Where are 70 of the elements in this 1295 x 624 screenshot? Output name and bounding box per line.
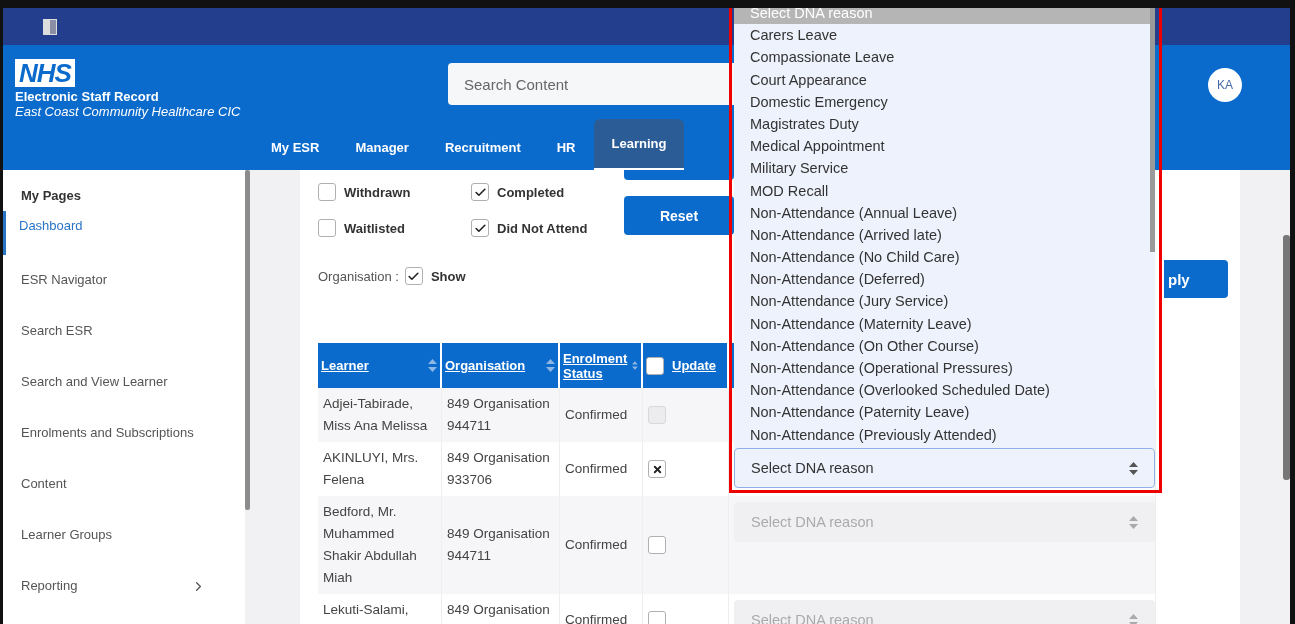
show-checkbox[interactable]: Show	[404, 267, 466, 285]
learner-cell: Adjei-Tabirade, Miss Ana Melissa	[318, 388, 442, 442]
scrollbar[interactable]	[245, 170, 250, 510]
dropdown-option[interactable]: Carers Leave	[734, 24, 1150, 47]
sidebar-item[interactable]: Dashboard	[3, 211, 231, 255]
status-cell: Confirmed	[560, 388, 643, 442]
dropdown-option[interactable]: Non-Attendance (Paternity Leave)	[734, 401, 1150, 424]
dropdown-option[interactable]: Non-Attendance (Operational Pressures)	[734, 357, 1150, 380]
nhs-logo: NHS	[15, 59, 75, 87]
sort-updown-icon	[632, 359, 638, 372]
update-checkbox[interactable]	[648, 611, 666, 624]
sort-updown-icon	[1129, 515, 1138, 529]
organisation-cell: 849 Organisation 944711	[442, 388, 560, 442]
sidebar-item[interactable]: Enrolments and Subscriptions	[3, 408, 228, 459]
dropdown-option[interactable]: Non-Attendance (On Other Course)	[734, 334, 1150, 357]
dropdown-option[interactable]: Non-Attendance (Previously Attended)	[734, 423, 1150, 446]
column-header[interactable]: Learner	[321, 358, 369, 373]
nav-tab[interactable]: My ESR	[253, 125, 338, 170]
dropdown-option[interactable]: Non-Attendance (Jury Service)	[734, 290, 1150, 313]
dropdown-option[interactable]: Medical Appointment	[734, 135, 1150, 158]
filter-checkbox[interactable]: Waitlisted	[318, 219, 471, 237]
sidebar-item[interactable]: ESR Navigator	[3, 255, 228, 306]
sort-updown-icon	[1129, 613, 1138, 624]
filter-checkbox[interactable]: Completed	[471, 183, 624, 201]
dropdown-option[interactable]: MOD Recall	[734, 179, 1150, 202]
check-icon	[473, 221, 487, 235]
update-checkbox[interactable]	[648, 460, 666, 478]
sidebar-item[interactable]: Search and View Learner	[3, 357, 228, 408]
nav-tab[interactable]: HR	[538, 125, 594, 170]
column-header[interactable]: Update	[672, 358, 717, 373]
cross-icon	[651, 463, 663, 475]
learner-cell: Bedford, Mr. Muhammed Shakir Abdullah Miah	[318, 496, 442, 594]
nav-tab[interactable]: Manager	[337, 125, 427, 170]
check-icon	[407, 269, 421, 283]
dropdown-option[interactable]: Non-Attendance (Maternity Leave)	[734, 312, 1150, 335]
organisation-cell: 849 Organisation 944711	[442, 496, 560, 594]
dropdown-option[interactable]: Non-Attendance (No Child Care)	[734, 246, 1150, 269]
filter-checkbox[interactable]: Did Not Attend	[471, 219, 624, 237]
filter-checkbox[interactable]: Withdrawn	[318, 183, 471, 201]
sidebar-item[interactable]: Reporting	[3, 561, 228, 612]
dropdown-option[interactable]: Magistrates Duty	[734, 112, 1150, 136]
status-cell: Confirmed	[560, 496, 643, 594]
nav-tab[interactable]: Learning	[593, 119, 685, 170]
filter-button[interactable]	[624, 170, 734, 180]
dropdown-option[interactable]: Non-Attendance (Annual Leave)	[734, 201, 1150, 224]
sidebar-item[interactable]: Learner Groups	[3, 510, 228, 561]
sidebar-item[interactable]: Content	[3, 459, 228, 510]
panel-icon[interactable]	[43, 18, 57, 35]
user-avatar[interactable]: KA	[1208, 68, 1242, 102]
scrollbar[interactable]	[1283, 235, 1290, 480]
sort-updown-icon	[428, 359, 437, 372]
apply-button[interactable]: ply	[1164, 260, 1228, 298]
sort-updown-icon	[546, 359, 555, 372]
dropdown-option[interactable]: Non-Attendance (Overlooked Scheduled Date)	[734, 379, 1150, 402]
update-checkbox[interactable]	[648, 536, 666, 554]
sidebar-item[interactable]: Search ESR	[3, 306, 228, 357]
reset-button[interactable]: Reset	[624, 196, 734, 235]
sidebar-heading: My Pages	[20, 188, 82, 205]
organisation-label: Organisation :	[318, 268, 399, 284]
dna-reason-select[interactable]: Select DNA reason	[734, 448, 1155, 488]
dropdown-option[interactable]: Non-Attendance (Deferred)	[734, 268, 1150, 291]
select-all-checkbox[interactable]	[646, 356, 664, 375]
brand-title: Electronic Staff Record	[15, 89, 160, 104]
nav-tab[interactable]: Recruitment	[426, 125, 539, 170]
dropdown-option[interactable]: Non-Attendance (Arrived late)	[734, 223, 1150, 247]
dropdown-option[interactable]: Military Service	[734, 157, 1150, 180]
sort-updown-icon	[1129, 461, 1138, 475]
scrollbar[interactable]	[1150, 8, 1155, 252]
check-icon	[473, 185, 487, 199]
organisation-name: East Coast Community Healthcare CIC	[15, 104, 242, 119]
